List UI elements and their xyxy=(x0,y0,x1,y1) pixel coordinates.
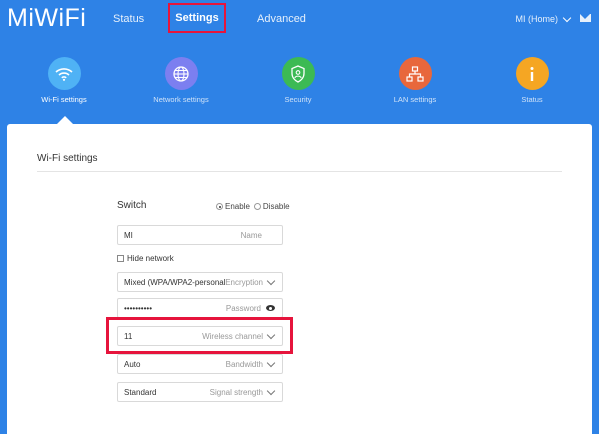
chevron-down-icon xyxy=(562,13,572,22)
signal-hint: Signal strength xyxy=(209,387,263,397)
category-label: LAN settings xyxy=(393,95,437,104)
nav-settings[interactable]: Settings xyxy=(168,3,226,33)
page-title: Wi-Fi settings xyxy=(37,153,98,164)
app-logo: MiWiFi xyxy=(7,4,87,32)
chevron-down-icon xyxy=(266,276,276,285)
password-input[interactable]: •••••••••• Password xyxy=(117,298,283,318)
encryption-hint: Encryption xyxy=(225,277,263,287)
bandwidth-hint: Bandwidth xyxy=(225,359,263,369)
encryption-select[interactable]: Mixed (WPA/WPA2-personal) Encryption xyxy=(117,272,283,292)
chevron-down-icon xyxy=(266,386,276,395)
wifi-name-value: MI xyxy=(124,230,133,240)
nav-status[interactable]: Status xyxy=(113,13,144,25)
network-icon xyxy=(398,57,432,90)
category-security[interactable]: Security xyxy=(248,57,348,104)
enable-label[interactable]: Enable xyxy=(225,202,250,211)
channel-highlight-box xyxy=(106,317,293,354)
info-icon xyxy=(515,57,549,90)
hide-network-label: Hide network xyxy=(127,254,174,263)
active-tab-pointer xyxy=(57,116,73,124)
password-value: •••••••••• xyxy=(124,303,153,313)
wifi-icon xyxy=(47,57,81,90)
category-wifi-settings[interactable]: Wi-Fi settings xyxy=(14,57,114,104)
category-label: Status xyxy=(521,95,543,104)
nav-advanced[interactable]: Advanced xyxy=(257,13,306,25)
globe-icon xyxy=(164,57,198,90)
disable-radio[interactable] xyxy=(253,203,261,210)
category-label: Wi-Fi settings xyxy=(41,95,87,104)
hide-network-checkbox[interactable]: Hide network xyxy=(117,254,174,263)
wifi-name-hint: Name xyxy=(240,230,262,240)
encryption-value: Mixed (WPA/WPA2-personal) xyxy=(124,277,226,287)
category-lan-settings[interactable]: LAN settings xyxy=(365,57,465,104)
signal-value: Standard xyxy=(124,387,157,397)
password-hint: Password xyxy=(225,303,261,313)
bandwidth-value: Auto xyxy=(124,359,141,369)
eye-icon[interactable] xyxy=(266,305,275,311)
wifi-name-input[interactable]: MI Name xyxy=(117,225,283,245)
category-network-settings[interactable]: Network settings xyxy=(131,57,231,104)
account-name: MI (Home) xyxy=(515,14,559,24)
category-label: Network settings xyxy=(153,95,209,104)
category-label: Security xyxy=(284,95,312,104)
settings-card: Wi-Fi settings Switch Enable Disable MI … xyxy=(7,124,592,434)
enable-radio[interactable] xyxy=(216,203,223,210)
chevron-down-icon xyxy=(266,358,276,367)
switch-label: Switch xyxy=(117,200,147,211)
shield-icon xyxy=(281,57,315,90)
signal-strength-select[interactable]: Standard Signal strength xyxy=(117,382,283,402)
disable-label[interactable]: Disable xyxy=(263,202,290,211)
mail-icon[interactable] xyxy=(580,14,591,22)
category-status[interactable]: Status xyxy=(482,57,582,104)
divider xyxy=(37,171,562,172)
bandwidth-select[interactable]: Auto Bandwidth xyxy=(117,354,283,374)
account-menu[interactable]: MI (Home) xyxy=(515,13,572,24)
switch-radio-group: Enable Disable xyxy=(216,202,290,211)
checkbox-icon[interactable] xyxy=(117,255,124,262)
